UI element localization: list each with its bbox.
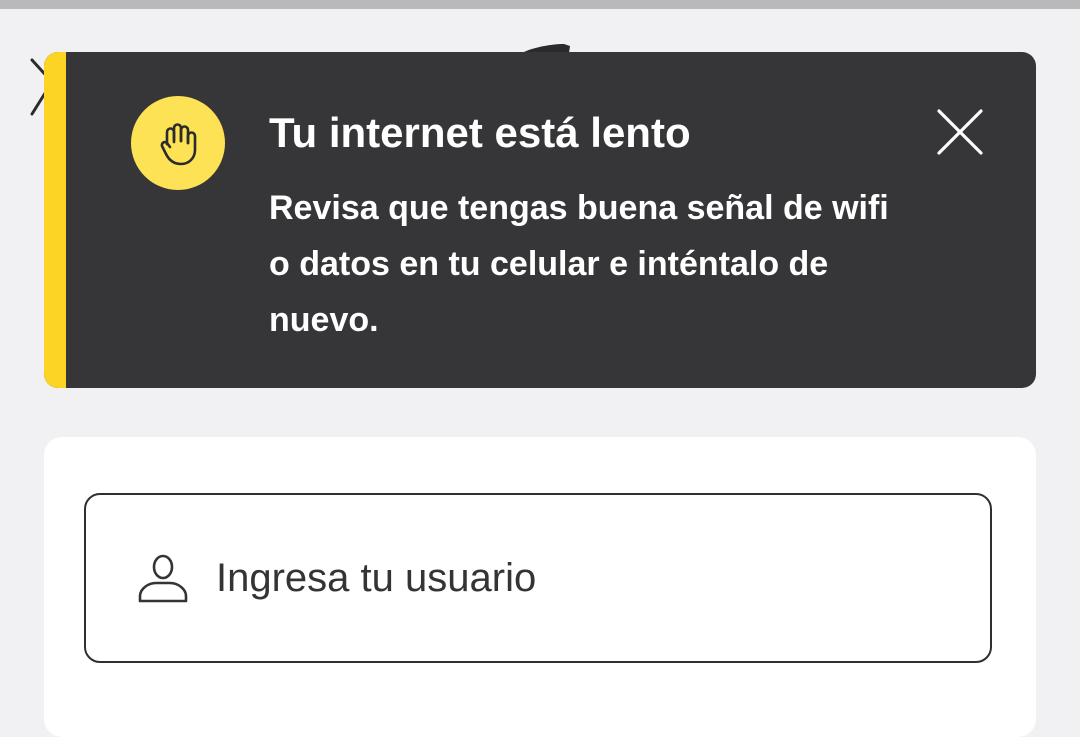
toast-icon-badge: [131, 96, 225, 190]
toast-message: Revisa que tengas buena señal de wifi o …: [269, 189, 889, 339]
hand-stop-icon: [160, 123, 197, 166]
toast-title: Tu internet está lento: [269, 109, 691, 156]
toast-close-button[interactable]: [932, 104, 988, 160]
username-placeholder: Ingresa tu usuario: [216, 555, 537, 600]
close-icon[interactable]: [936, 108, 984, 156]
user-icon: [138, 554, 188, 603]
username-input[interactable]: Ingresa tu usuario: [84, 493, 992, 663]
slow-internet-toast: Tu internet está lento Revisa que tengas…: [44, 52, 1036, 388]
top-status-strip: [0, 0, 1080, 9]
toast-accent-bar: [44, 52, 66, 388]
login-card: Ingresa tu usuario: [44, 437, 1036, 737]
